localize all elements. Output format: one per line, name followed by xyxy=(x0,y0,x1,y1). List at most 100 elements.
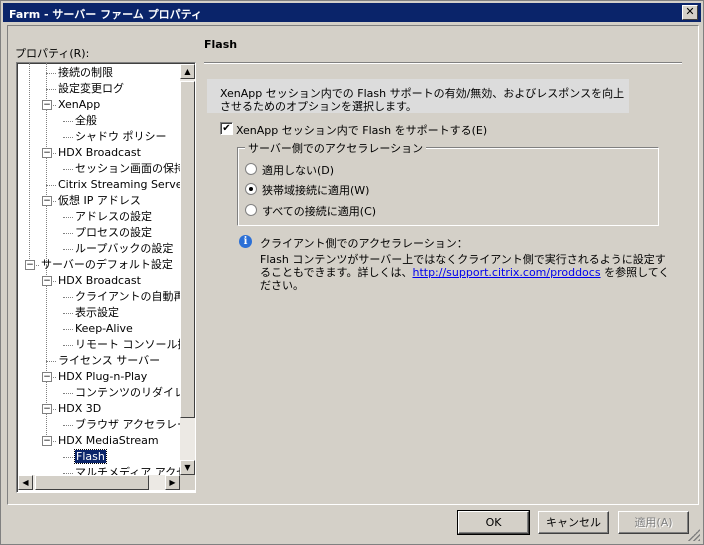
tree-item-label: ループバックの設定 xyxy=(75,242,174,255)
pane-title-divider xyxy=(204,62,682,64)
tree-item-label: HDX 3D xyxy=(58,402,102,415)
enable-flash-label[interactable]: XenApp セッション内で Flash をサポートする(E) xyxy=(236,122,487,138)
tree-item-label: リモート コンソール接続 xyxy=(75,338,196,351)
tree-item-label: シャドウ ポリシー xyxy=(75,130,167,143)
tree-guide-line xyxy=(63,425,73,426)
acceleration-option-radio[interactable] xyxy=(245,163,257,175)
tree-item[interactable]: HDX Broadcast xyxy=(58,145,141,161)
tree-item[interactable]: HDX Broadcast xyxy=(58,273,141,289)
ok-button[interactable]: OK xyxy=(457,510,530,535)
collapse-icon[interactable]: − xyxy=(42,436,52,446)
tree-item-label: Citrix Streaming Server xyxy=(58,178,188,191)
tree-guide-line xyxy=(63,457,73,458)
collapse-icon[interactable]: − xyxy=(42,148,52,158)
tree-item[interactable]: ループバックの設定 xyxy=(75,241,173,257)
tree-item[interactable]: 表示設定 xyxy=(75,305,119,321)
properties-tree[interactable]: 接続の制限 設定変更ログ − XenApp 全般 シャドウ ポリシー − HDX Broadc… xyxy=(16,62,196,493)
info-icon: i xyxy=(239,235,252,248)
tree-horizontal-scrollbar[interactable]: ◀ ▶ xyxy=(18,475,180,490)
check-mark-icon: ✔ xyxy=(222,123,231,134)
horizontal-scroll-thumb[interactable] xyxy=(35,475,149,490)
description-text: XenApp セッション内での Flash サポートの有効/無効、およびレスポン… xyxy=(220,87,625,113)
tree-guide-line xyxy=(63,297,73,298)
tree-item[interactable]: セッション画面の保持 xyxy=(75,161,185,177)
close-icon: ✕ xyxy=(685,5,695,18)
tree-item[interactable]: XenApp xyxy=(58,97,100,113)
tree-guide-line xyxy=(46,265,47,441)
tree-guide-line xyxy=(46,89,56,90)
tree-vertical-scrollbar[interactable]: ▲ ▼ xyxy=(180,64,195,475)
scroll-right-icon[interactable]: ▶ xyxy=(165,475,180,490)
tree-item-label: HDX Plug-n-Play xyxy=(58,370,148,383)
properties-label: プロパティ(R): xyxy=(15,47,90,60)
tree-item[interactable]: HDX 3D xyxy=(58,401,101,417)
collapse-icon[interactable]: − xyxy=(42,196,52,206)
tree-item[interactable]: クライアントの自動再接 xyxy=(75,289,196,305)
tree-item[interactable]: HDX MediaStream xyxy=(58,433,159,449)
scroll-up-icon[interactable]: ▲ xyxy=(180,64,195,79)
tree-item[interactable]: Flash xyxy=(74,449,107,465)
acceleration-option-label[interactable]: 適用しない(D) xyxy=(262,162,334,178)
tree-guide-line xyxy=(63,217,73,218)
acceleration-option-radio[interactable] xyxy=(245,183,257,195)
collapse-icon[interactable]: − xyxy=(42,276,52,286)
close-button[interactable]: ✕ xyxy=(682,5,698,20)
tree-guide-line xyxy=(63,233,73,234)
tree-item[interactable]: 接続の制限 xyxy=(58,65,113,81)
tree-item[interactable]: リモート コンソール接続 xyxy=(75,337,196,353)
cancel-button[interactable]: キャンセル xyxy=(538,511,609,534)
acceleration-option-radio[interactable] xyxy=(245,204,257,216)
pane-title: Flash xyxy=(204,38,238,51)
tree-guide-line xyxy=(63,313,73,314)
tree-item-label: クライアントの自動再接 xyxy=(75,290,196,303)
tree-item-label: 接続の制限 xyxy=(58,66,113,79)
collapse-icon[interactable]: − xyxy=(42,372,52,382)
tree-guide-line xyxy=(63,249,73,250)
server-acceleration-group-title: サーバー側でのアクセラレーション xyxy=(245,140,427,156)
tree-item-label: 表示設定 xyxy=(75,306,119,319)
tree-item[interactable]: 仮想 IP アドレス xyxy=(58,193,141,209)
tree-item[interactable]: シャドウ ポリシー xyxy=(75,129,167,145)
window-title: Farm - サーバー ファーム プロパティ xyxy=(9,8,202,21)
tree-item-label: HDX Broadcast xyxy=(58,274,141,287)
tree-item[interactable]: ブラウザ アクセラレーシ xyxy=(75,417,196,433)
scroll-down-icon[interactable]: ▼ xyxy=(180,460,195,475)
tree-item[interactable]: 全般 xyxy=(75,113,97,129)
tree-guide-line xyxy=(63,137,73,138)
tree-item-label: サーバーのデフォルト設定 xyxy=(41,258,173,271)
tree-guide-line xyxy=(46,73,56,74)
apply-button[interactable]: 適用(A) xyxy=(618,511,689,534)
acceleration-option-label[interactable]: すべての接続に適用(C) xyxy=(262,203,376,219)
tree-item-label: HDX MediaStream xyxy=(58,434,159,447)
vertical-scroll-thumb[interactable] xyxy=(180,81,195,418)
title-bar[interactable]: Farm - サーバー ファーム プロパティ ✕ xyxy=(3,3,701,22)
tree-item[interactable]: アドレスの設定 xyxy=(75,209,152,225)
tree-item-label: ライセンス サーバー xyxy=(58,354,161,367)
collapse-icon[interactable]: − xyxy=(25,260,35,270)
tree-item[interactable]: 設定変更ログ xyxy=(58,81,124,97)
tree-item[interactable]: コンテンツのリダイレクト xyxy=(75,385,195,401)
tree-item[interactable]: Citrix Streaming Server xyxy=(58,177,187,193)
tree-item-label: セッション画面の保持 xyxy=(75,162,185,175)
resize-grip[interactable] xyxy=(688,529,700,541)
enable-flash-checkbox[interactable]: ✔ xyxy=(220,122,233,135)
tree-item-label: 設定変更ログ xyxy=(58,82,124,95)
tree-item[interactable]: HDX Plug-n-Play xyxy=(58,369,147,385)
acceleration-option-label[interactable]: 狭帯域接続に適用(W) xyxy=(262,182,369,198)
scroll-left-icon[interactable]: ◀ xyxy=(18,475,33,490)
collapse-icon[interactable]: − xyxy=(42,100,52,110)
proddocs-link[interactable]: http://support.citrix.com/proddocs xyxy=(412,266,600,279)
collapse-icon[interactable]: − xyxy=(42,404,52,414)
tree-item-label: ブラウザ アクセラレーシ xyxy=(75,418,196,431)
tree-item-label: Keep-Alive xyxy=(75,322,133,335)
apply-button-label: 適用(A) xyxy=(634,516,673,529)
tree-item[interactable]: Keep-Alive xyxy=(75,321,133,337)
ok-button-label: OK xyxy=(485,516,502,529)
tree-item-label: HDX Broadcast xyxy=(58,146,141,159)
tree-item[interactable]: ライセンス サーバー xyxy=(58,353,160,369)
tree-item[interactable]: プロセスの設定 xyxy=(75,225,152,241)
tree-item-label: 仮想 IP アドレス xyxy=(58,194,141,207)
tree-item[interactable]: サーバーのデフォルト設定 xyxy=(41,257,173,273)
scroll-corner xyxy=(180,475,195,490)
client-acceleration-text: Flash コンテンツがサーバー上ではなくクライアント側で実行されるように設定す… xyxy=(260,253,670,292)
